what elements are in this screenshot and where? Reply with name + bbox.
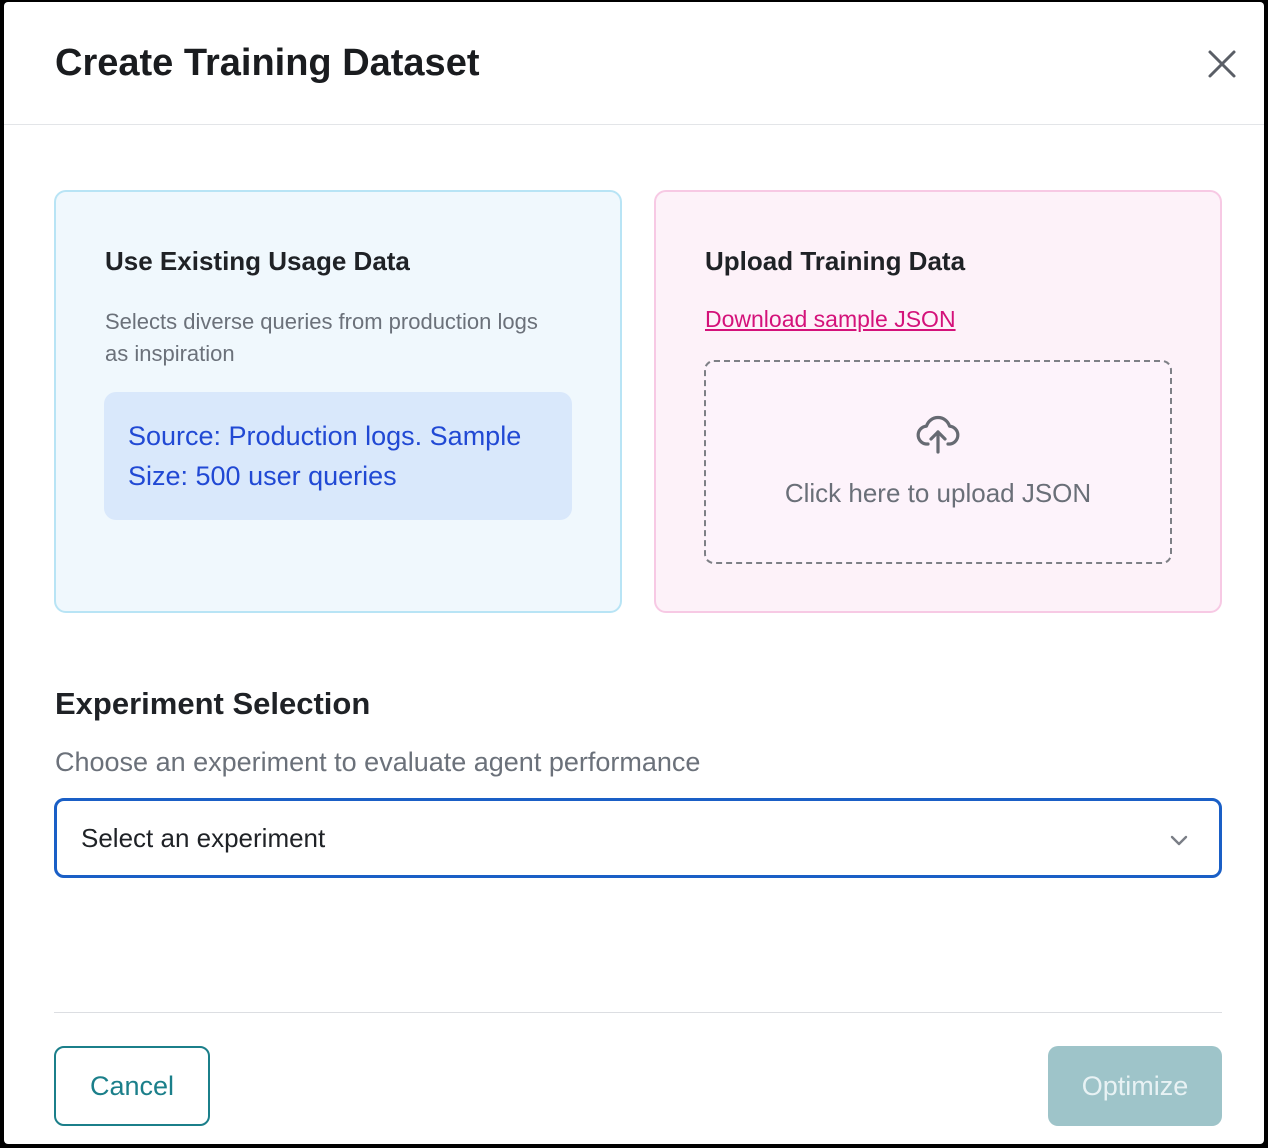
- download-sample-json-link[interactable]: Download sample JSON: [705, 306, 956, 333]
- upload-training-data-card[interactable]: Upload Training Data Download sample JSO…: [654, 190, 1222, 613]
- experiment-section-title: Experiment Selection: [55, 686, 371, 721]
- use-existing-data-card[interactable]: Use Existing Usage Data Selects diverse …: [54, 190, 622, 613]
- experiment-select-value: Select an experiment: [81, 823, 326, 853]
- experiment-select[interactable]: Select an experiment: [54, 798, 1222, 878]
- create-dataset-modal: Create Training Dataset Use Existing Usa…: [4, 2, 1264, 1144]
- existing-card-description: Selects diverse queries from production …: [105, 309, 538, 366]
- close-button[interactable]: [1200, 42, 1244, 86]
- footer-divider: [54, 1012, 1222, 1013]
- modal-title: Create Training Dataset: [55, 42, 480, 84]
- cancel-button[interactable]: Cancel: [54, 1046, 210, 1126]
- source-info-box: Source: Production logs. Sample Size: 50…: [104, 392, 572, 520]
- upload-card-title: Upload Training Data: [705, 246, 966, 276]
- upload-dropzone[interactable]: Click here to upload JSON: [704, 360, 1172, 564]
- optimize-button[interactable]: Optimize: [1048, 1046, 1222, 1126]
- close-icon: [1208, 50, 1236, 78]
- existing-card-title: Use Existing Usage Data: [105, 246, 410, 276]
- cloud-upload-icon: [916, 416, 960, 454]
- dropzone-label: Click here to upload JSON: [784, 478, 1092, 508]
- modal-header: Create Training Dataset: [4, 2, 1264, 125]
- experiment-section-description: Choose an experiment to evaluate agent p…: [55, 747, 701, 777]
- chevron-down-icon: [1170, 835, 1188, 846]
